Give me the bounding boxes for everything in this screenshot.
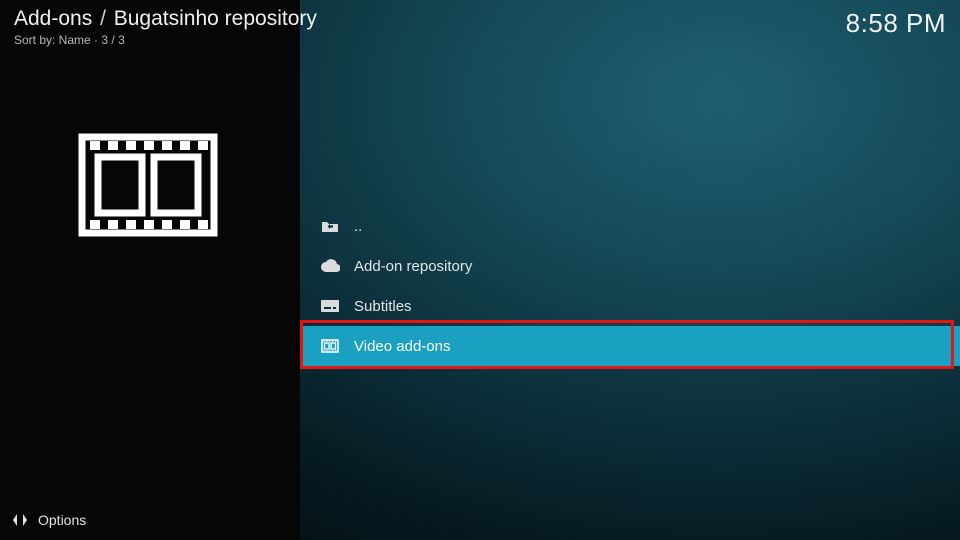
sort-label[interactable]: Sort by: Name [14,33,91,47]
options-label: Options [38,512,86,528]
list-item-label: Add-on repository [354,258,472,275]
video-category-icon [78,133,218,237]
list-item[interactable]: Add-on repository [300,246,960,286]
list-item-selected[interactable]: Video add-ons [300,326,960,366]
list-item-label: Subtitles [354,298,412,315]
list-item-parent[interactable]: .. [300,206,960,246]
breadcrumb-separator: / [100,7,106,30]
side-panel [0,0,300,540]
list-item[interactable]: Subtitles [300,286,960,326]
options-icon [12,512,28,528]
list-item-label: Video add-ons [354,338,450,355]
addon-list: .. Add-on repository Subtitles Video add… [300,206,960,366]
breadcrumb: Add-ons / Bugatsinho repository Sort by:… [14,6,317,48]
clock: 8:58 PM [846,8,946,39]
options-button[interactable]: Options [12,512,86,528]
item-count: 3 / 3 [101,33,124,47]
cloud-icon [320,256,340,276]
breadcrumb-current: Bugatsinho repository [114,7,317,30]
header: Add-ons / Bugatsinho repository Sort by:… [14,6,946,48]
list-item-label: .. [354,218,362,235]
subtitles-icon [320,296,340,316]
folder-up-icon [320,216,340,236]
film-icon [320,336,340,356]
breadcrumb-root[interactable]: Add-ons [14,7,92,30]
